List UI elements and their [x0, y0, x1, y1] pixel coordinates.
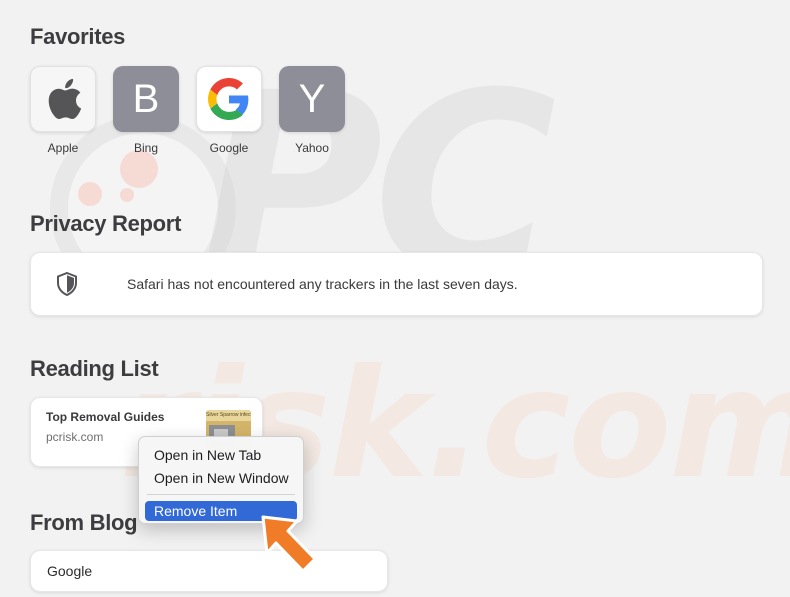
favorite-tile [196, 66, 262, 132]
favorite-apple[interactable]: Apple [30, 66, 98, 155]
favorite-google[interactable]: Google [196, 66, 264, 155]
menu-item-open-new-window[interactable]: Open in New Window [145, 468, 297, 488]
reading-list-item-title: Top Removal Guides [46, 410, 165, 424]
privacy-report-message: Safari has not encountered any trackers … [127, 276, 518, 292]
favorite-letter-icon: Y [298, 77, 326, 121]
from-blog-heading: From Blog [30, 510, 138, 535]
favorite-tile [30, 66, 96, 132]
blog-item[interactable]: Google [30, 550, 388, 592]
watermark-dot [78, 182, 102, 206]
menu-separator [147, 494, 295, 495]
favorite-label: Google [209, 141, 249, 155]
privacy-report-heading: Privacy Report [30, 211, 182, 236]
favorite-letter-icon: B [132, 77, 160, 121]
favorite-yahoo[interactable]: Y Yahoo [279, 66, 347, 155]
blog-item-title: Google [47, 563, 93, 579]
watermark-dot [120, 188, 134, 202]
menu-item-open-new-tab[interactable]: Open in New Tab [145, 445, 297, 465]
favorite-label: Bing [133, 141, 159, 155]
apple-logo-icon [48, 78, 82, 120]
reading-list-heading: Reading List [30, 356, 159, 381]
favorite-label: Yahoo [295, 141, 329, 155]
favorite-label: Apple [47, 141, 79, 155]
pointer-arrow-icon [261, 515, 317, 573]
favorite-bing[interactable]: B Bing [113, 66, 181, 155]
privacy-report-card[interactable]: Safari has not encountered any trackers … [30, 252, 763, 316]
favorite-tile: Y [279, 66, 345, 132]
favorite-tile: B [113, 66, 179, 132]
thumbnail-caption: Silver Sparrow infect [206, 410, 251, 421]
shield-icon [55, 272, 79, 296]
favorites-heading: Favorites [30, 24, 126, 49]
watermark-dot [120, 150, 158, 188]
shield-icon-svg [57, 272, 77, 296]
reading-list-item-url: pcrisk.com [46, 430, 104, 444]
google-logo-icon [208, 78, 249, 120]
